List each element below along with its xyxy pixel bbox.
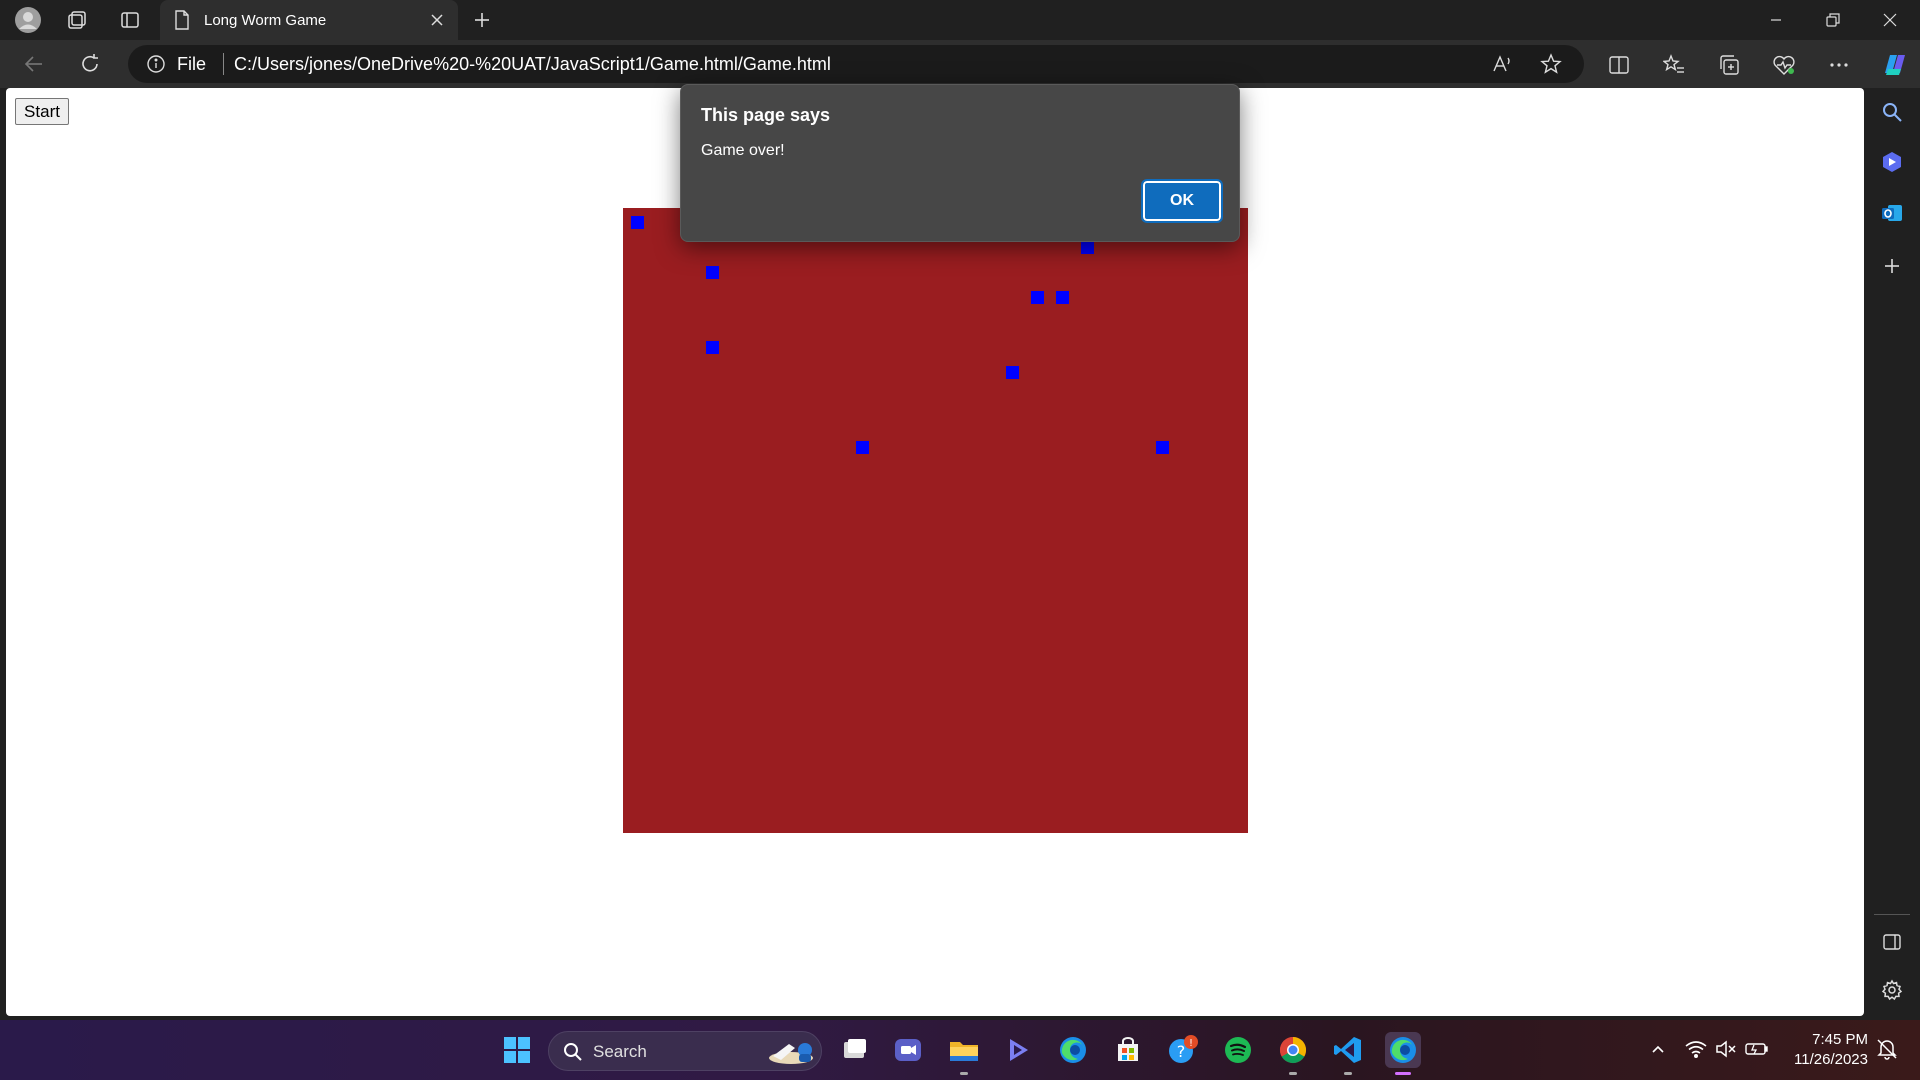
search-highlight-icon	[761, 1038, 817, 1070]
teams-meet-icon[interactable]	[890, 1032, 926, 1068]
tab-long-worm-game[interactable]: Long Worm Game	[160, 0, 458, 40]
chrome-running-indicator	[1289, 1072, 1297, 1075]
copilot-sidebar-icon[interactable]	[1878, 148, 1906, 176]
clock-date: 11/26/2023	[1794, 1051, 1868, 1068]
split-screen-icon[interactable]	[1606, 52, 1632, 78]
collections-icon[interactable]	[1716, 52, 1742, 78]
worm-segment	[706, 341, 719, 354]
wifi-icon[interactable]	[1683, 1036, 1709, 1062]
spotify-icon[interactable]	[1220, 1032, 1256, 1068]
url-text[interactable]: C:/Users/jones/OneDrive%20-%20UAT/JavaSc…	[234, 54, 831, 75]
task-view-icon[interactable]	[837, 1032, 873, 1068]
alert-dialog: This page says Game over! OK	[680, 84, 1240, 242]
outlook-icon[interactable]	[1878, 199, 1906, 227]
svg-text:?: ?	[1177, 1042, 1186, 1061]
worm-segment	[856, 441, 869, 454]
worm-segment	[1056, 291, 1069, 304]
address-separator	[223, 53, 224, 75]
worm-segment	[1031, 291, 1044, 304]
clock-time: 7:45 PM	[1812, 1031, 1868, 1048]
copilot-taskbar-icon[interactable]	[1000, 1032, 1036, 1068]
more-options-icon[interactable]	[1826, 52, 1852, 78]
new-tab-icon[interactable]	[466, 4, 498, 36]
favorite-star-icon[interactable]	[1540, 53, 1562, 75]
refresh-icon[interactable]	[74, 48, 106, 80]
browser-toolbar: File C:/Users/jones/OneDrive%20-%20UAT/J…	[0, 40, 1920, 88]
volume-muted-icon[interactable]	[1713, 1036, 1739, 1062]
restore-icon[interactable]	[1805, 0, 1861, 40]
edge-active-indicator	[1395, 1072, 1411, 1075]
back-arrow-icon[interactable]	[18, 48, 50, 80]
close-window-icon[interactable]	[1862, 0, 1918, 40]
search-label: Search	[593, 1042, 647, 1061]
vscode-running-indicator	[1344, 1072, 1352, 1075]
copilot-icon[interactable]	[1878, 48, 1910, 80]
windows-taskbar: Search ?! 7:45 PM 11/26/2023	[0, 1020, 1920, 1080]
windows-start-icon[interactable]	[499, 1032, 535, 1068]
vscode-icon[interactable]	[1330, 1032, 1366, 1068]
show-hidden-icons-chevron-icon[interactable]	[1645, 1036, 1671, 1062]
vertical-tabs-icon[interactable]	[114, 6, 146, 34]
browser-essentials-icon[interactable]	[1771, 52, 1797, 78]
microsoft-store-icon[interactable]	[1110, 1032, 1146, 1068]
search-glass-icon	[563, 1042, 583, 1066]
minimize-icon[interactable]	[1748, 0, 1804, 40]
dialog-message: Game over!	[701, 142, 785, 159]
address-bar[interactable]: File C:/Users/jones/OneDrive%20-%20UAT/J…	[128, 45, 1584, 83]
get-help-icon[interactable]: ?!	[1165, 1032, 1201, 1068]
svg-text:!: !	[1189, 1038, 1193, 1049]
edge-active-icon[interactable]	[1385, 1032, 1421, 1068]
edge-sidebar	[1864, 88, 1920, 1016]
notifications-icon[interactable]	[1874, 1036, 1900, 1062]
browser-title-bar: Long Worm Game	[0, 0, 1920, 40]
start-button[interactable]: Start	[15, 98, 69, 125]
system-clock[interactable]: 7:45 PM 11/26/2023	[1780, 1030, 1868, 1070]
file-explorer-running-indicator	[960, 1072, 968, 1075]
worm-segment	[706, 266, 719, 279]
sidebar-divider	[1874, 914, 1910, 915]
dialog-title: This page says	[701, 105, 831, 125]
hide-sidebar-icon[interactable]	[1878, 928, 1906, 956]
profile-avatar-icon[interactable]	[12, 6, 44, 34]
worm-segment	[631, 216, 644, 229]
worm-segment	[1006, 366, 1019, 379]
close-tab-icon[interactable]	[422, 5, 452, 35]
settings-gear-icon[interactable]	[1878, 976, 1906, 1004]
search-icon[interactable]	[1878, 98, 1906, 126]
battery-icon[interactable]	[1744, 1036, 1770, 1062]
edge-browser-icon[interactable]	[1055, 1032, 1091, 1068]
workspaces-icon[interactable]	[62, 6, 94, 34]
document-icon	[174, 10, 190, 30]
read-aloud-icon[interactable]	[1492, 53, 1514, 75]
chrome-icon[interactable]	[1275, 1032, 1311, 1068]
tab-title: Long Worm Game	[204, 11, 327, 29]
taskbar-search[interactable]: Search	[548, 1031, 822, 1071]
worm-segment	[1156, 441, 1169, 454]
worm-segment	[1081, 241, 1094, 254]
scheme-label: File	[177, 54, 207, 74]
info-icon[interactable]	[146, 54, 166, 74]
game-board	[623, 208, 1248, 833]
add-sidebar-app-icon[interactable]	[1878, 252, 1906, 280]
favorites-icon[interactable]	[1661, 52, 1687, 78]
ok-button[interactable]: OK	[1141, 179, 1223, 223]
file-explorer-icon[interactable]	[946, 1032, 982, 1068]
